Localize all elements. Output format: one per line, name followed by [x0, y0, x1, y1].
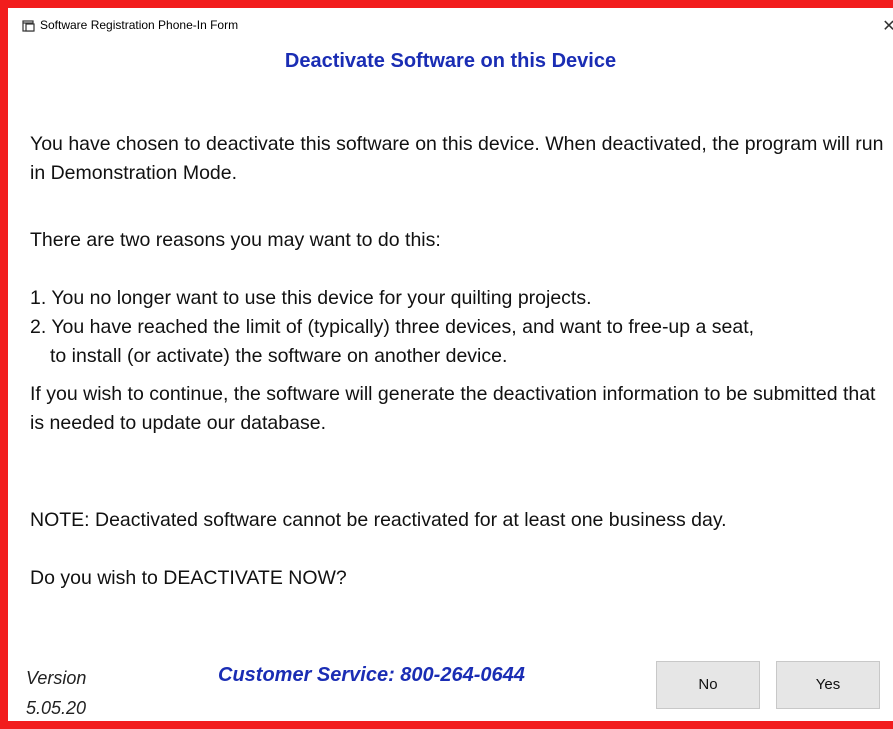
version-label: Version: [26, 668, 87, 688]
no-button[interactable]: No: [656, 661, 760, 709]
customer-service-text: Customer Service: 800-264-0644: [218, 664, 525, 686]
title-bar: Software Registration Phone-In Form ✕: [20, 16, 893, 38]
reason-item-1: 1. You no longer want to use this device…: [30, 287, 592, 309]
reason-item-2-continued: to install (or activate) the software on…: [50, 345, 508, 367]
dialog-heading: Deactivate Software on this Device: [284, 50, 617, 72]
version-info: Version 5.05.20: [26, 663, 86, 723]
close-icon[interactable]: ✕: [879, 16, 893, 36]
app-icon: [22, 19, 36, 33]
version-number: 5.05.20: [26, 698, 87, 718]
confirm-question: Do you wish to DEACTIVATE NOW?: [30, 567, 347, 589]
note-paragraph: NOTE: Deactivated software cannot be rea…: [30, 509, 727, 531]
reason-item-2: 2. You have reached the limit of (typica…: [30, 316, 755, 338]
continue-paragraph: If you wish to continue, the software wi…: [30, 383, 876, 434]
reasons-intro: There are two reasons you may want to do…: [30, 229, 441, 251]
reasons-list: 1. You no longer want to use this device…: [30, 284, 888, 371]
intro-paragraph: You have chosen to deactivate this softw…: [30, 133, 884, 184]
window-title: Software Registration Phone-In Form: [40, 18, 239, 32]
yes-button[interactable]: Yes: [776, 661, 880, 709]
